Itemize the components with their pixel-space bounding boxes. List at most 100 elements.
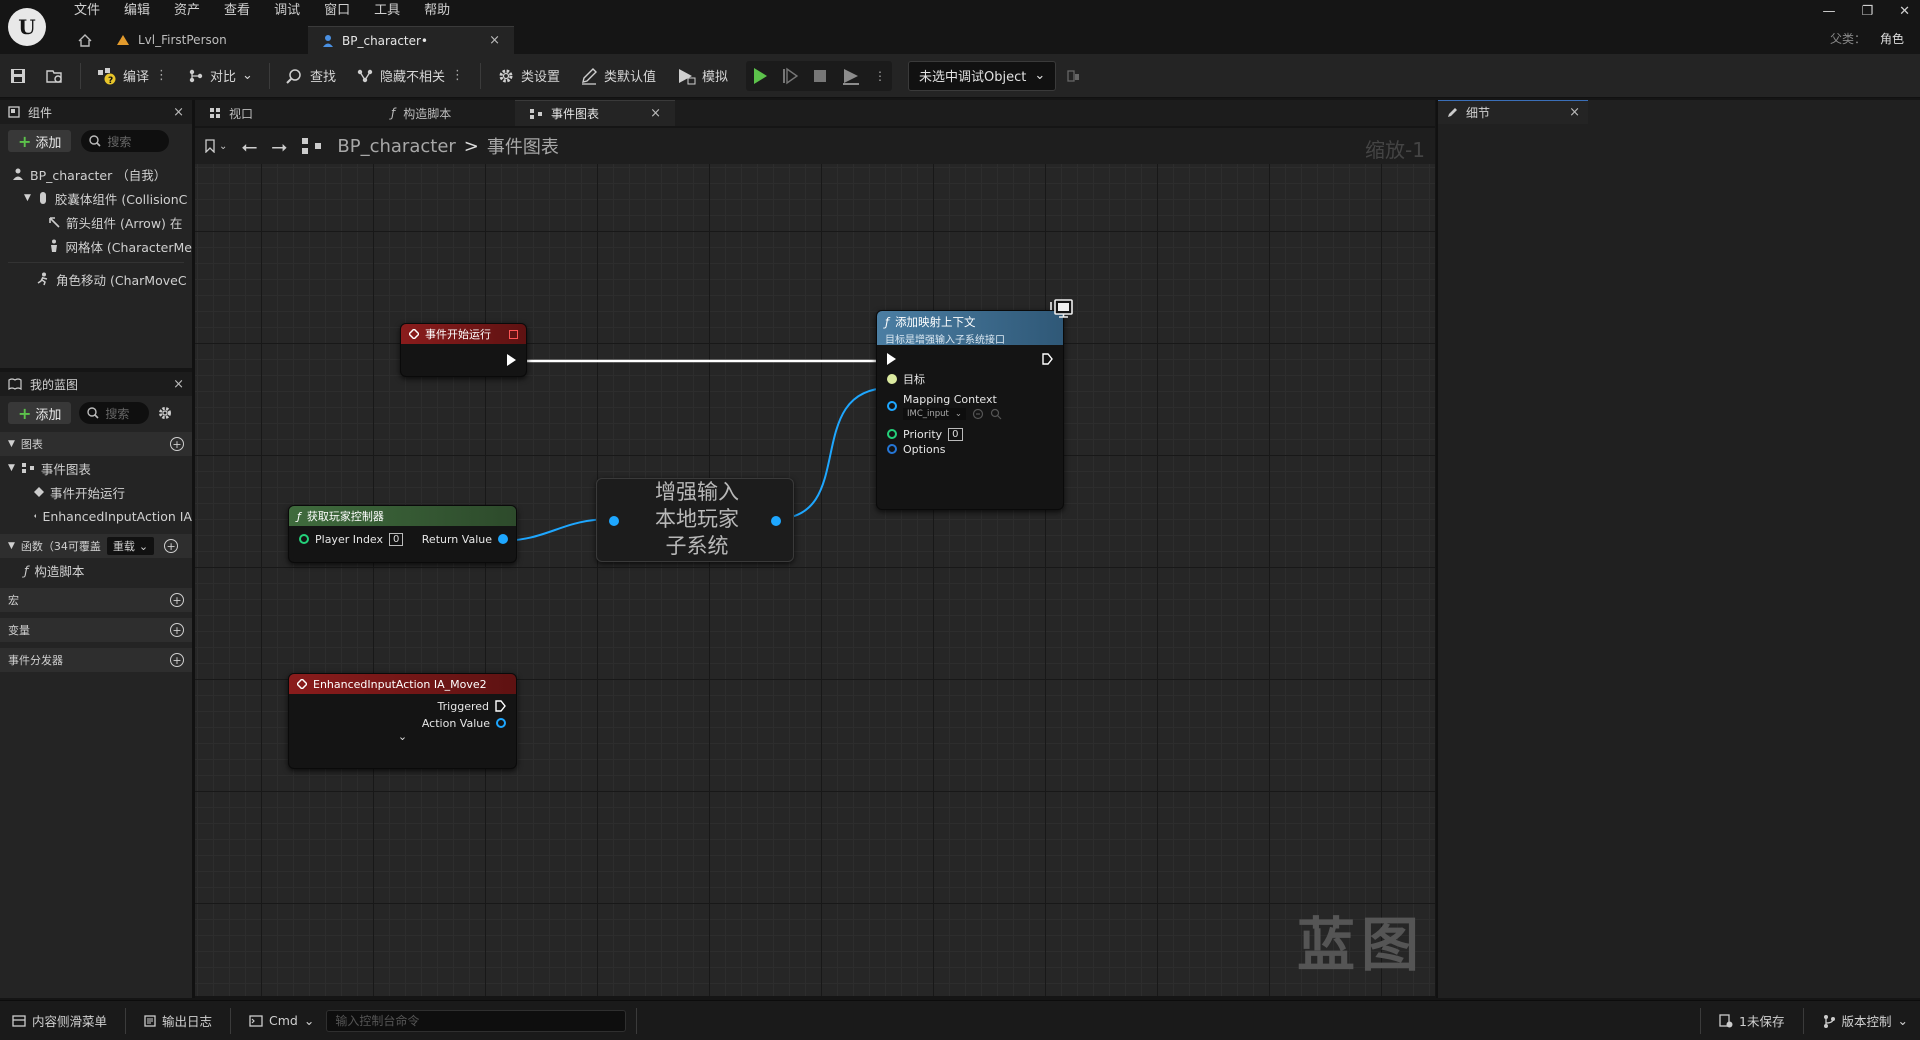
section-dispatchers[interactable]: 事件分发器 + — [0, 648, 192, 672]
play-options-icon[interactable]: ⋮ — [874, 69, 886, 83]
tree-item-capsule[interactable]: ▼ 胶囊体组件 (CollisionC — [0, 186, 192, 210]
settings-gear-icon[interactable] — [157, 405, 173, 421]
bookmark-button[interactable]: ⌄ — [205, 139, 227, 153]
tree-item-enhanced-input[interactable]: EnhancedInputAction IA — [0, 504, 192, 528]
use-selected-icon[interactable] — [972, 408, 984, 420]
menu-debug[interactable]: 调试 — [262, 0, 312, 22]
minimize-button[interactable]: — — [1822, 4, 1835, 19]
priority-pin[interactable] — [887, 429, 897, 439]
priority-value[interactable]: 0 — [948, 427, 963, 441]
forward-arrow-icon[interactable]: ⭢ — [271, 134, 287, 158]
tree-item-self[interactable]: BP_character （自我） — [0, 162, 192, 186]
class-defaults-button[interactable]: 类默认值 — [570, 54, 666, 98]
browse-search-icon[interactable] — [990, 408, 1002, 420]
simulate-button[interactable]: 模拟 — [666, 54, 738, 98]
stop-icon[interactable] — [812, 67, 828, 85]
source-control-button[interactable]: 版本控制 ⌄ — [1810, 1001, 1920, 1040]
menu-help[interactable]: 帮助 — [412, 0, 462, 22]
cmd-dropdown[interactable]: Cmd ⌄ — [237, 1001, 326, 1040]
menu-view[interactable]: 查看 — [212, 0, 262, 22]
unreal-logo[interactable]: U — [8, 8, 46, 46]
exec-input-pin[interactable] — [887, 353, 896, 365]
add-variable-icon[interactable]: + — [170, 623, 184, 637]
section-functions[interactable]: ▼ 函数（34可覆盖 重载 ⌄ + — [0, 534, 192, 558]
tree-item-construction-script[interactable]: ƒ 构造脚本 — [0, 558, 192, 582]
tab-home[interactable] — [68, 26, 102, 54]
node-header[interactable]: 事件开始运行 — [401, 324, 526, 344]
node-header[interactable]: ƒ 获取玩家控制器 — [289, 506, 516, 526]
tab-blueprint[interactable]: BP_character• × — [308, 26, 514, 54]
compile-button[interactable]: ? 编译 ⋮ — [87, 54, 178, 98]
node-get-player-controller[interactable]: ƒ 获取玩家控制器 Player Index 0 Return Value — [288, 505, 517, 563]
add-function-icon[interactable]: + — [164, 539, 179, 553]
tree-item-char-movement[interactable]: 角色移动 (CharMoveC — [0, 267, 192, 291]
close-icon[interactable]: × — [1569, 105, 1580, 120]
panel-splitter[interactable] — [1436, 100, 1438, 998]
triggered-exec-pin[interactable] — [495, 700, 506, 712]
close-icon[interactable]: × — [173, 377, 184, 392]
node-event-begin-play[interactable]: 事件开始运行 — [400, 323, 527, 377]
node-header[interactable]: ƒ 添加映射上下文 目标是增强输入子系统接口 — [877, 311, 1063, 346]
override-dropdown[interactable]: 重载 ⌄ — [106, 537, 155, 555]
add-member-button[interactable]: + 添加 — [8, 402, 72, 424]
exec-output-pin[interactable] — [507, 354, 516, 366]
unsaved-button[interactable]: 1未保存 — [1707, 1001, 1796, 1040]
hide-unrelated-button[interactable]: 隐藏不相关 ⋮ — [346, 54, 474, 98]
compile-options-icon[interactable]: ⋮ — [155, 68, 168, 83]
play-icon[interactable] — [752, 67, 768, 85]
tab-construction-script[interactable]: ƒ 构造脚本 — [355, 100, 515, 126]
diff-button[interactable]: 对比 ⌄ — [178, 54, 263, 98]
tab-level[interactable]: Lvl_FirstPerson — [102, 26, 308, 54]
parent-class-value[interactable]: 角色 — [1880, 30, 1904, 47]
find-button[interactable]: 查找 — [276, 54, 346, 98]
menu-asset[interactable]: 资产 — [162, 0, 212, 22]
menu-window[interactable]: 窗口 — [312, 0, 362, 22]
tree-item-arrow[interactable]: 箭头组件 (Arrow) 在 — [0, 210, 192, 234]
step-icon[interactable] — [782, 67, 799, 85]
node-enhanced-input-action[interactable]: EnhancedInputAction IA_Move2 Triggered A… — [288, 673, 517, 769]
delegate-pin[interactable] — [509, 329, 518, 339]
my-blueprint-search-input[interactable]: 搜索 — [79, 402, 150, 424]
eject-icon[interactable] — [842, 67, 860, 85]
tab-viewport[interactable]: 视口 — [195, 100, 355, 126]
return-value-pin[interactable] — [498, 534, 508, 544]
subsystem-input-pin[interactable] — [609, 516, 619, 526]
tree-item-event-begin[interactable]: 事件开始运行 — [0, 480, 192, 504]
target-pin[interactable] — [887, 374, 897, 384]
components-search-input[interactable]: 搜索 — [81, 130, 170, 152]
subsystem-output-pin[interactable] — [771, 516, 781, 526]
tab-close-icon[interactable]: × — [650, 106, 661, 121]
player-index-pin[interactable] — [299, 534, 309, 544]
browse-button[interactable] — [36, 54, 74, 98]
add-macro-icon[interactable]: + — [170, 593, 184, 607]
restore-button[interactable]: ❐ — [1861, 4, 1873, 19]
add-component-button[interactable]: + 添加 — [8, 130, 72, 152]
debug-object-select[interactable]: 未选中调试Object ⌄ — [908, 60, 1057, 91]
console-command-input[interactable]: 输入控制台命令 — [326, 1009, 627, 1032]
breadcrumb-root[interactable]: BP_character — [337, 136, 455, 157]
tab-close-icon[interactable]: × — [489, 33, 500, 48]
menu-file[interactable]: 文件 — [62, 0, 112, 22]
node-enhanced-input-subsystem[interactable]: 增强输入 本地玩家 子系统 — [596, 478, 794, 562]
menu-tools[interactable]: 工具 — [362, 0, 412, 22]
node-add-mapping-context[interactable]: ƒ 添加映射上下文 目标是增强输入子系统接口 目标 Mapping Contex… — [876, 310, 1064, 510]
back-arrow-icon[interactable]: ⭠ — [241, 134, 257, 158]
section-macros[interactable]: 宏 + — [0, 588, 192, 612]
save-button[interactable] — [0, 54, 36, 98]
options-pin[interactable] — [887, 444, 897, 454]
tree-item-event-graph[interactable]: ▼ 事件图表 — [0, 456, 192, 480]
more-options-icon[interactable]: ⋮ — [451, 68, 464, 83]
section-graphs[interactable]: ▼ 图表 + — [0, 432, 192, 456]
section-variables[interactable]: 变量 + — [0, 618, 192, 642]
mapping-context-pin[interactable] — [887, 401, 897, 411]
expand-node-icon[interactable]: ⌄ — [289, 730, 516, 743]
player-index-value[interactable]: 0 — [389, 532, 404, 546]
tab-event-graph[interactable]: 事件图表 × — [515, 100, 675, 126]
exec-output-pin[interactable] — [1042, 353, 1053, 365]
add-dispatcher-icon[interactable]: + — [170, 653, 184, 667]
class-settings-button[interactable]: 类设置 — [487, 54, 570, 98]
action-value-pin[interactable] — [496, 718, 506, 728]
expand-arrow-icon[interactable]: ▼ — [24, 193, 31, 203]
close-icon[interactable]: × — [173, 105, 184, 120]
content-drawer-button[interactable]: 内容侧滑菜单 — [0, 1001, 119, 1040]
